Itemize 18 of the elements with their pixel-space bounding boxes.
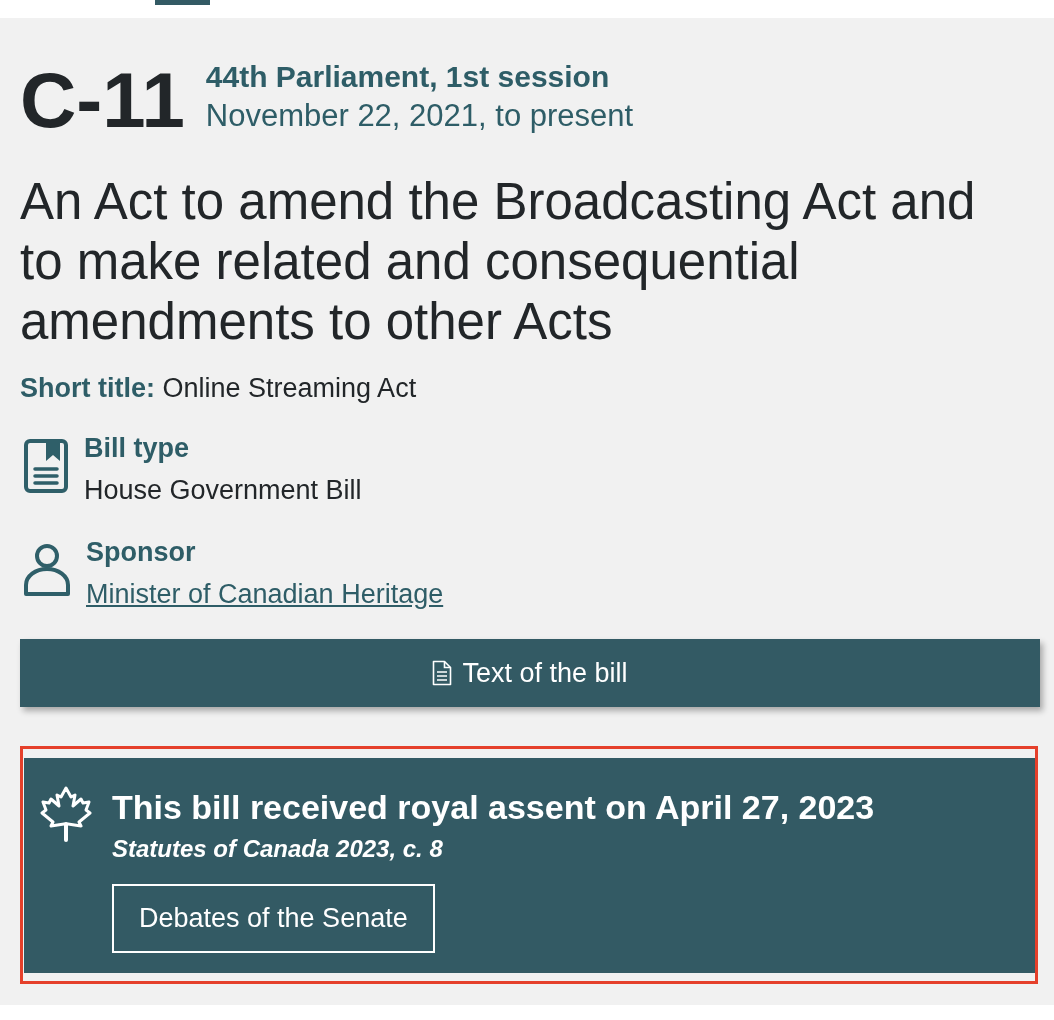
text-of-bill-button[interactable]: Text of the bill bbox=[20, 639, 1040, 707]
detail-label: Bill type bbox=[84, 432, 190, 465]
detail-value: House Government Bill bbox=[84, 474, 362, 507]
document-icon bbox=[24, 439, 68, 493]
session-dates: November 22, 2021, to present bbox=[205, 97, 634, 135]
maple-leaf-icon bbox=[40, 786, 92, 842]
statute-citation: Statutes of Canada 2023, c. 8 bbox=[112, 834, 443, 864]
detail-link[interactable]: Minister of Canadian Heritage bbox=[86, 573, 444, 615]
file-icon bbox=[432, 660, 453, 686]
parliament-session: 44th Parliament, 1st session bbox=[205, 59, 611, 95]
short-title: Short title: Online Streaming Act bbox=[20, 372, 418, 405]
tab-underline bbox=[155, 0, 210, 5]
bill-title: An Act to amend the Broadcasting Act and to make related and consequential amendments to other Acts bbox=[20, 172, 977, 352]
detail-label: Sponsor bbox=[86, 536, 196, 569]
bill-number: C-11 bbox=[20, 61, 185, 139]
assent-heading: This bill received royal assent on April 27, 2023 bbox=[112, 787, 875, 827]
debates-button[interactable]: Debates of the Senate bbox=[112, 884, 435, 953]
person-icon bbox=[24, 543, 70, 597]
